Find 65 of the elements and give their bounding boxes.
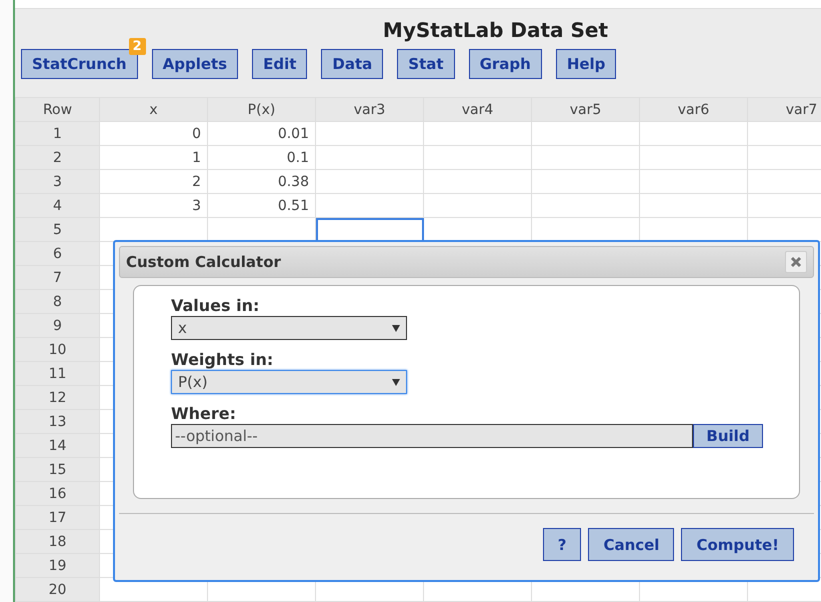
input-field[interactable]: --optional-- <box>171 424 693 448</box>
column-header: var6 <box>640 98 748 122</box>
dialog-button[interactable]: ? <box>542 528 582 561</box>
dropdown[interactable]: P(x) <box>171 370 407 394</box>
row-number: 4 <box>16 194 100 218</box>
row-number: 8 <box>16 290 100 314</box>
row-number: 1 <box>16 122 100 146</box>
row-number: 13 <box>16 410 100 434</box>
row-number: 19 <box>16 554 100 578</box>
table-cell[interactable]: 3 <box>100 194 208 218</box>
notification-badge: 2 <box>128 38 146 55</box>
menu-button[interactable]: Applets <box>152 49 238 79</box>
row-number: 5 <box>16 218 100 242</box>
row-number: 6 <box>16 242 100 266</box>
column-header: x <box>100 98 208 122</box>
row-number: 2 <box>16 146 100 170</box>
dialog-title: Custom Calculator <box>126 253 281 271</box>
field-label: Weights in: <box>171 350 274 370</box>
table-cell[interactable] <box>316 194 424 218</box>
close-button[interactable] <box>785 251 807 273</box>
column-header: var3 <box>316 98 424 122</box>
column-header: P(x) <box>208 98 316 122</box>
column-header: var7 <box>748 98 821 122</box>
table-cell[interactable]: 0.01 <box>208 122 316 146</box>
row-number: 9 <box>16 314 100 338</box>
table-cell[interactable]: 0.51 <box>208 194 316 218</box>
row-number: 11 <box>16 362 100 386</box>
menu-button[interactable]: Help <box>556 49 616 79</box>
page-title: MyStatLab Data Set <box>382 18 610 44</box>
build-button[interactable]: Build <box>693 424 763 448</box>
table-cell[interactable]: 1 <box>100 146 208 170</box>
close-icon <box>790 256 802 268</box>
row-number: 3 <box>16 170 100 194</box>
table-cell[interactable] <box>316 218 424 242</box>
row-number: 18 <box>16 530 100 554</box>
dialog-button[interactable]: Cancel <box>588 528 674 561</box>
field-label: Where: <box>171 404 238 424</box>
dialog-button[interactable]: Compute! <box>681 528 794 561</box>
caret-icon <box>392 324 400 332</box>
row-number: 12 <box>16 386 100 410</box>
row-number: 14 <box>16 434 100 458</box>
menu-button[interactable]: Edit <box>252 49 308 79</box>
menu-button[interactable]: Stat <box>397 49 455 79</box>
column-header: var5 <box>532 98 640 122</box>
menu-button[interactable]: StatCrunch <box>21 49 138 79</box>
column-header: var4 <box>424 98 532 122</box>
table-cell[interactable] <box>316 146 424 170</box>
menu-button[interactable]: Graph <box>468 49 542 79</box>
caret-icon <box>392 378 400 386</box>
row-number: 17 <box>16 506 100 530</box>
table-cell[interactable] <box>316 122 424 146</box>
row-number: 16 <box>16 482 100 506</box>
table-cell[interactable]: 0.38 <box>208 170 316 194</box>
table-cell[interactable] <box>316 170 424 194</box>
column-header: Row <box>16 98 100 122</box>
dropdown[interactable]: x <box>171 316 407 340</box>
table-cell[interactable]: 2 <box>100 170 208 194</box>
row-number: 10 <box>16 338 100 362</box>
row-number: 15 <box>16 458 100 482</box>
row-number: 20 <box>16 578 100 602</box>
menu-button[interactable]: Data <box>321 49 384 79</box>
row-number: 7 <box>16 266 100 290</box>
table-cell[interactable]: 0.1 <box>208 146 316 170</box>
field-label: Values in: <box>171 296 260 316</box>
table-cell[interactable]: 0 <box>100 122 208 146</box>
